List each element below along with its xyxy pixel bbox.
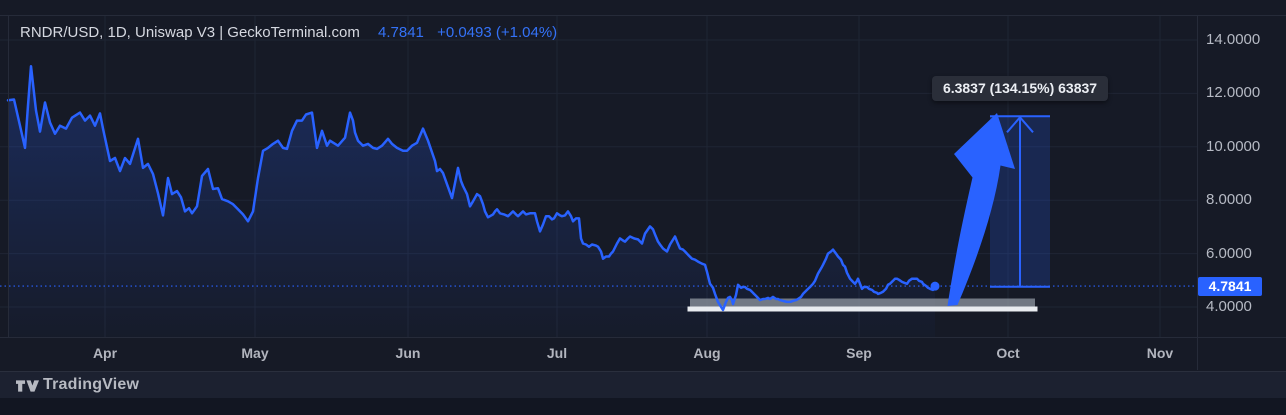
time-tick-label-aug: Aug [693,345,721,361]
time-tick-label-nov: Nov [1146,345,1174,361]
time-tick-label-jul: Jul [546,345,568,361]
price-tick-label: 8.0000 [1206,191,1252,209]
time-tick-label-jun: Jun [395,345,421,361]
price-change-value: +0.0493 (+1.04%) [437,24,558,41]
price-tick-label: 14.0000 [1206,31,1261,48]
symbol-title[interactable]: RNDR/USD, 1D, Uniswap V3 | GeckoTerminal… [20,24,360,41]
support-zone-white[interactable] [687,306,1038,312]
time-tick-label-sep: Sep [846,345,872,361]
time-tick-label-apr: Apr [92,345,118,361]
price-tick-label: 6.0000 [1206,244,1252,262]
current-price-label: 4.7841 [1198,276,1262,296]
tradingview-logo-icon[interactable] [16,378,39,394]
last-price-dot [930,281,940,291]
price-chart-canvas[interactable] [0,0,1286,415]
price-tick-label: 10.0000 [1206,137,1261,155]
last-price-value: 4.7841 [378,24,424,41]
time-tick-label-oct: Oct [996,345,1020,361]
price-tick-label: 12.0000 [1206,84,1261,102]
price-tick-label: 4.0000 [1206,298,1252,315]
measure-tooltip[interactable]: 6.3837 (134.15%) 63837 [932,76,1108,101]
attribution-footer: TradingView [0,371,1286,399]
tradingview-brand-text[interactable]: TradingView [43,376,139,394]
support-zone-gray[interactable] [690,298,1035,307]
footer-bottom-strip [0,398,1286,415]
chart-widget: RNDR/USD, 1D, Uniswap V3 | GeckoTerminal… [0,0,1286,415]
time-tick-label-may: May [241,345,269,361]
chart-legend: RNDR/USD, 1D, Uniswap V3 | GeckoTerminal… [20,24,557,42]
